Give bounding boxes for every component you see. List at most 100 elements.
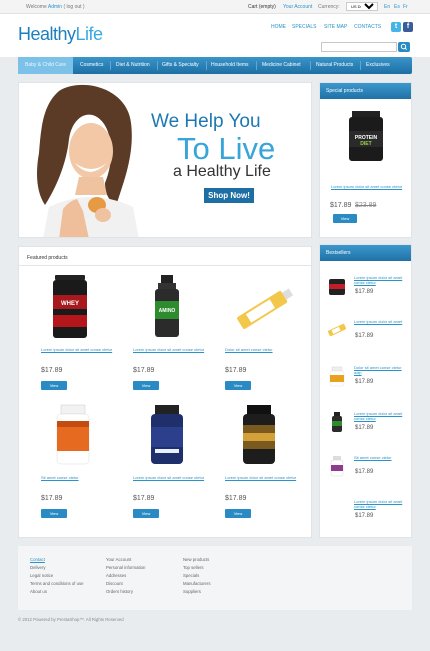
view-button[interactable]: View — [225, 381, 251, 390]
lang-fr[interactable]: Fr — [403, 4, 408, 10]
cart-link[interactable]: Cart (empty) — [248, 4, 276, 10]
footer-link[interactable]: Delivery — [30, 564, 84, 572]
category-exclusives[interactable]: Exclusives — [366, 57, 390, 74]
footer-col-account: Your Account Personal information Addres… — [106, 556, 145, 596]
product-name[interactable]: Lorem ipsum dolor sit amet conse ctetur — [225, 475, 305, 480]
lang-en[interactable]: En — [384, 4, 390, 10]
special-price: $17.89 — [330, 202, 352, 209]
bestseller-thumb[interactable] — [326, 365, 348, 387]
category-household-items[interactable]: Household Items — [211, 57, 249, 74]
protein-diet-image[interactable]: PROTEINDIET — [342, 111, 390, 161]
top-bar: Welcome Admin ( log out ) Cart (empty) Y… — [0, 0, 430, 14]
category-gifts-specialty[interactable]: Gifts & Specialty — [162, 57, 199, 74]
svg-text:AMINO: AMINO — [159, 308, 176, 314]
special-old-price: $23.89 — [355, 202, 377, 209]
footer-link[interactable]: Top sellers — [183, 564, 210, 572]
bioact-bottle-image[interactable] — [133, 403, 213, 467]
product-price: $17.89 — [225, 367, 247, 374]
bestseller-price: $17.89 — [355, 425, 374, 431]
footer-link[interactable]: Your Account — [106, 556, 145, 564]
product-price: $17.89 — [225, 495, 247, 502]
category-baby-child-care[interactable]: Baby & Child Care — [18, 57, 73, 74]
view-button[interactable]: View — [133, 381, 159, 390]
nav-contacts[interactable]: CONTACTS — [354, 24, 381, 30]
amino-supplement-image[interactable]: AMINO — [133, 275, 213, 339]
lang-es[interactable]: Es — [394, 4, 400, 10]
product-name[interactable]: Lorem ipsum dolor sit amet conse ctetur — [133, 347, 213, 352]
footer-link[interactable]: Discount — [106, 580, 145, 588]
vitamin-bottle-image[interactable] — [41, 403, 121, 467]
logo[interactable]: HealthyLife — [18, 24, 103, 45]
bestseller-name[interactable]: Dolor sit amet conse ctetur adip — [354, 365, 410, 375]
dark-supplement-image[interactable] — [225, 403, 305, 467]
hero-banner[interactable]: We Help You To Live a Healthy Life Shop … — [18, 82, 312, 238]
search-icon — [400, 43, 407, 50]
product-price: $17.89 — [41, 495, 63, 502]
hero-line-3: a Healthy Life — [173, 163, 271, 180]
product-name[interactable]: Lorem ipsum dolor sit amet conse ctetur — [133, 475, 213, 480]
nav-site-map[interactable]: SITE MAP — [324, 24, 347, 30]
bestseller-name[interactable]: Lorem ipsum dolor sit amet conse ctetur — [354, 411, 410, 421]
user-name[interactable]: Admin — [48, 4, 62, 10]
view-button[interactable]: View — [41, 509, 67, 518]
hero-line-1: We Help You — [151, 111, 261, 132]
footer-link[interactable]: Personal information — [106, 564, 145, 572]
product-price: $17.89 — [133, 495, 155, 502]
bestseller-thumb[interactable] — [326, 455, 348, 477]
whey-protein-image[interactable]: WHEY — [41, 275, 121, 339]
footer-link[interactable]: New products — [183, 556, 210, 564]
footer-link[interactable]: Terms and conditions of use — [30, 580, 84, 588]
product-price: $17.89 — [133, 367, 155, 374]
product-name[interactable]: Sit amet conse ctetur — [41, 475, 121, 480]
bestseller-name[interactable]: Lorem ipsum dolor sit amet conse ctetur — [354, 499, 410, 509]
special-title: Special products — [320, 83, 411, 99]
bestseller-thumb[interactable] — [326, 411, 348, 433]
currency-select[interactable]: US Dollar — [346, 2, 378, 11]
footer-link[interactable]: Orders history — [106, 588, 145, 596]
svg-text:WHEY: WHEY — [61, 301, 79, 307]
category-natural-products[interactable]: Natural Products — [316, 57, 353, 74]
nav-specials[interactable]: SPECIALS — [292, 24, 316, 30]
footer-col-info: Contact Delivery Legal notice Terms and … — [30, 556, 84, 596]
twitter-icon[interactable]: t — [391, 22, 401, 32]
currency-label: Currency: — [318, 4, 340, 10]
ointment-tube-image[interactable] — [225, 275, 305, 339]
bestseller-thumb[interactable] — [326, 319, 348, 341]
product-name[interactable]: Lorem ipsum dolor sit amet conse ctetur — [41, 347, 121, 352]
bestseller-price: $17.89 — [355, 379, 374, 385]
view-button[interactable]: View — [41, 381, 67, 390]
bestsellers-panel: Bestsellers Lorem ipsum dolor sit amet c… — [319, 244, 412, 538]
bestseller-thumb[interactable] — [326, 275, 348, 297]
category-cosmetics[interactable]: Cosmetics — [80, 57, 103, 74]
special-view-button[interactable]: View — [333, 214, 357, 223]
footer-link[interactable]: About us — [30, 588, 84, 596]
category-diet-nutrition[interactable]: Diet & Nutrition — [116, 57, 150, 74]
footer-link[interactable]: Legal notice — [30, 572, 84, 580]
product-price: $17.89 — [41, 367, 63, 374]
featured-products-panel: Featured products WHEY Lorem ipsum dolor… — [18, 246, 312, 538]
logout-link[interactable]: ( log out ) — [63, 4, 84, 10]
view-button[interactable]: View — [225, 509, 251, 518]
footer-col-shop: New products Top sellers Specials Manufa… — [183, 556, 210, 596]
footer-link[interactable]: Addresses — [106, 572, 145, 580]
category-nav: Baby & Child Care Cosmetics Diet & Nutri… — [18, 57, 412, 74]
view-button[interactable]: View — [133, 509, 159, 518]
footer-link[interactable]: Specials — [183, 572, 210, 580]
bestseller-name[interactable]: Lorem ipsum dolor sit amet conse ctetur — [354, 275, 410, 285]
bestseller-name[interactable]: Sit amet conse ctetur — [354, 455, 410, 460]
featured-title: Featured products — [27, 255, 68, 261]
footer-link[interactable]: Manufacturers — [183, 580, 210, 588]
facebook-icon[interactable]: f — [403, 22, 413, 32]
search-button[interactable] — [398, 42, 410, 52]
special-product-name[interactable]: Lorem ipsum dolor sit amet conse ctetur — [331, 184, 409, 189]
nav-home[interactable]: HOME — [271, 24, 286, 30]
shop-now-button[interactable]: Shop Now! — [204, 188, 254, 203]
product-name[interactable]: Dolor sit amet conse ctetur — [225, 347, 305, 352]
bestseller-name[interactable]: Lorem ipsum dolor sit amet — [354, 319, 410, 324]
category-medicine-cabinet[interactable]: Medicine Cabinet — [262, 57, 301, 74]
footer-link[interactable]: Contact — [30, 556, 84, 564]
account-link[interactable]: Your Account — [283, 4, 312, 10]
footer-link[interactable]: Suppliers — [183, 588, 210, 596]
search-input[interactable] — [321, 42, 397, 52]
copyright: © 2012 Powered by PrestaShop™. All Right… — [18, 617, 124, 622]
